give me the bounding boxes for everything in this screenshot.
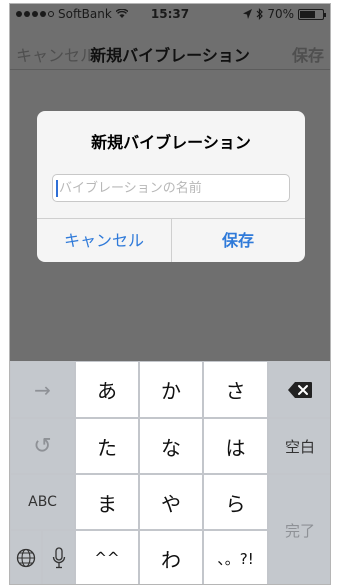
- location-arrow-icon: [243, 8, 253, 19]
- key-abc[interactable]: ABC: [10, 474, 75, 530]
- key-undo[interactable]: ↺: [10, 418, 75, 474]
- status-right: 70%: [243, 7, 326, 21]
- key-sa[interactable]: さ: [203, 361, 268, 418]
- key-ka[interactable]: か: [139, 361, 203, 418]
- key-a[interactable]: あ: [75, 361, 139, 418]
- key-ha[interactable]: は: [203, 418, 268, 474]
- nav-title: 新規バイブレーション: [90, 46, 250, 65]
- mic-icon[interactable]: [42, 530, 75, 584]
- alert-cancel-button[interactable]: キャンセル: [37, 219, 172, 262]
- key-ta[interactable]: た: [75, 418, 139, 474]
- alert-dialog: 新規バイブレーション キャンセル 保存: [37, 111, 305, 262]
- battery-percent: 70%: [267, 7, 294, 21]
- nav-save-button[interactable]: 保存: [292, 42, 324, 66]
- key-ya[interactable]: や: [139, 474, 203, 530]
- keyboard: → ↺ ABC あ か さ た な は ま や ら ^^ わ 、。?! 空白 完…: [10, 361, 330, 584]
- status-bar: SoftBank 15:37 70%: [10, 4, 330, 24]
- key-ma[interactable]: ま: [75, 474, 139, 530]
- key-arrow-right[interactable]: →: [10, 361, 75, 418]
- phone-screen: SoftBank 15:37 70% キャンセル 新規バイブレーション 保存 新…: [9, 3, 331, 585]
- key-punctuation[interactable]: 、。?!: [203, 530, 268, 584]
- alert-title: 新規バイブレーション: [91, 133, 251, 152]
- globe-icon[interactable]: [10, 530, 42, 584]
- vibration-name-input[interactable]: [52, 174, 290, 202]
- battery-fill: [300, 10, 316, 18]
- key-na[interactable]: な: [139, 418, 203, 474]
- key-wa[interactable]: わ: [139, 530, 203, 584]
- key-emoticon[interactable]: ^^: [75, 530, 139, 584]
- key-done[interactable]: 完了: [268, 474, 330, 584]
- bluetooth-icon: [256, 8, 264, 20]
- key-ra[interactable]: ら: [203, 474, 268, 530]
- battery-icon: [298, 8, 326, 20]
- backspace-icon[interactable]: [268, 361, 330, 418]
- text-cursor: [56, 180, 58, 197]
- key-space[interactable]: 空白: [268, 418, 330, 474]
- navigation-bar: キャンセル 新規バイブレーション 保存: [10, 24, 330, 70]
- alert-button-row: キャンセル 保存: [37, 218, 305, 262]
- alert-save-button[interactable]: 保存: [171, 219, 305, 262]
